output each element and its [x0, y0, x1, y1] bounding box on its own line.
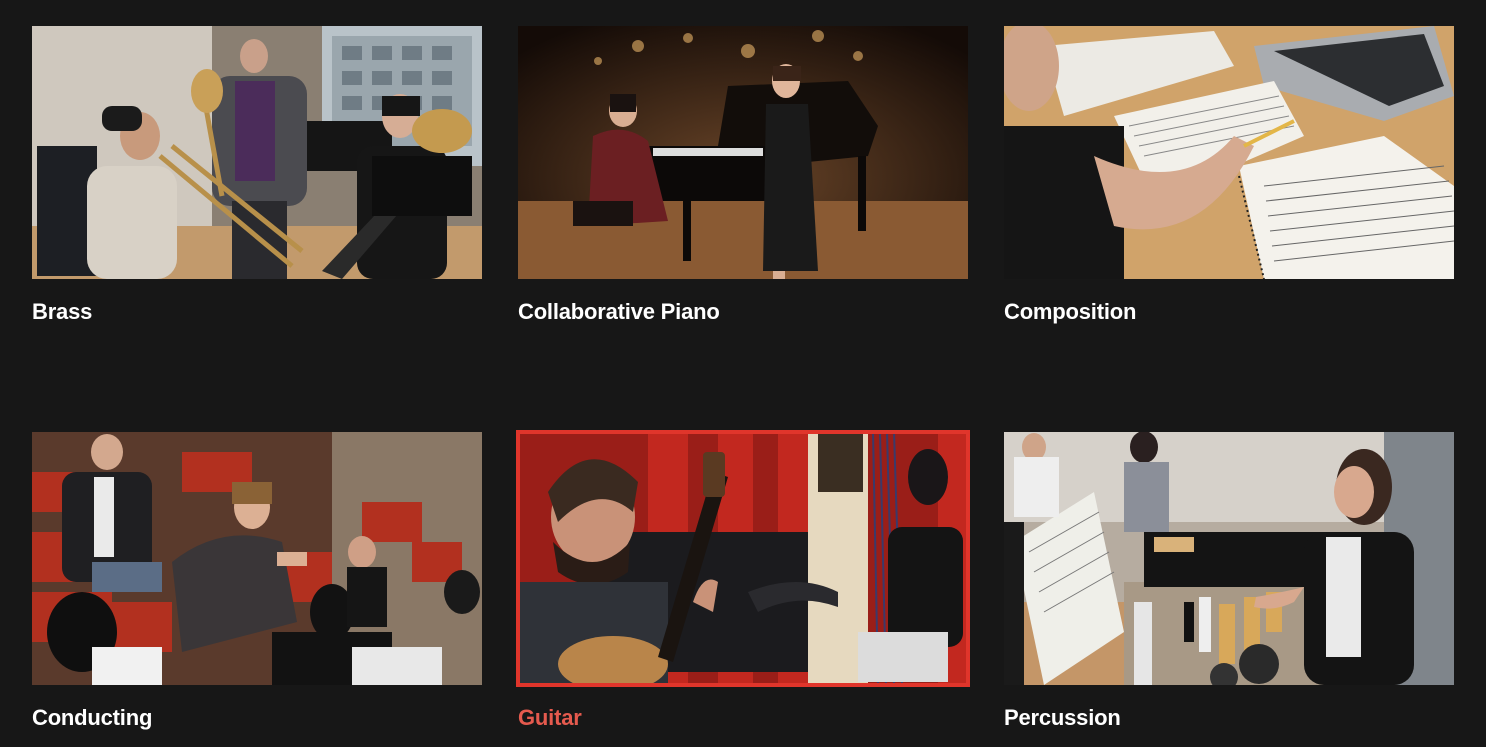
guitar-harp-photo[interactable]	[516, 430, 970, 687]
program-label-collaborative-piano[interactable]: Collaborative Piano	[518, 299, 968, 325]
program-label-conducting[interactable]: Conducting	[32, 705, 482, 731]
program-card-percussion[interactable]: Percussion	[1004, 432, 1454, 731]
program-card-collaborative-piano[interactable]: Collaborative Piano	[518, 26, 968, 325]
program-label-percussion[interactable]: Percussion	[1004, 705, 1454, 731]
program-label-composition[interactable]: Composition	[1004, 299, 1454, 325]
program-card-brass[interactable]: Brass	[32, 26, 482, 325]
program-card-composition[interactable]: Composition	[1004, 26, 1454, 325]
program-grid: Brass Collaborative Piano Composition Co…	[0, 0, 1486, 747]
program-label-guitar[interactable]: Guitar	[518, 705, 968, 731]
program-label-brass[interactable]: Brass	[32, 299, 482, 325]
program-card-guitar[interactable]: Guitar	[516, 430, 970, 731]
conducting-orchestra-photo[interactable]	[32, 432, 482, 685]
piano-recital-photo[interactable]	[518, 26, 968, 279]
brass-lesson-photo[interactable]	[32, 26, 482, 279]
composition-score-photo[interactable]	[1004, 26, 1454, 279]
percussion-practice-photo[interactable]	[1004, 432, 1454, 685]
program-card-conducting[interactable]: Conducting	[32, 432, 482, 731]
